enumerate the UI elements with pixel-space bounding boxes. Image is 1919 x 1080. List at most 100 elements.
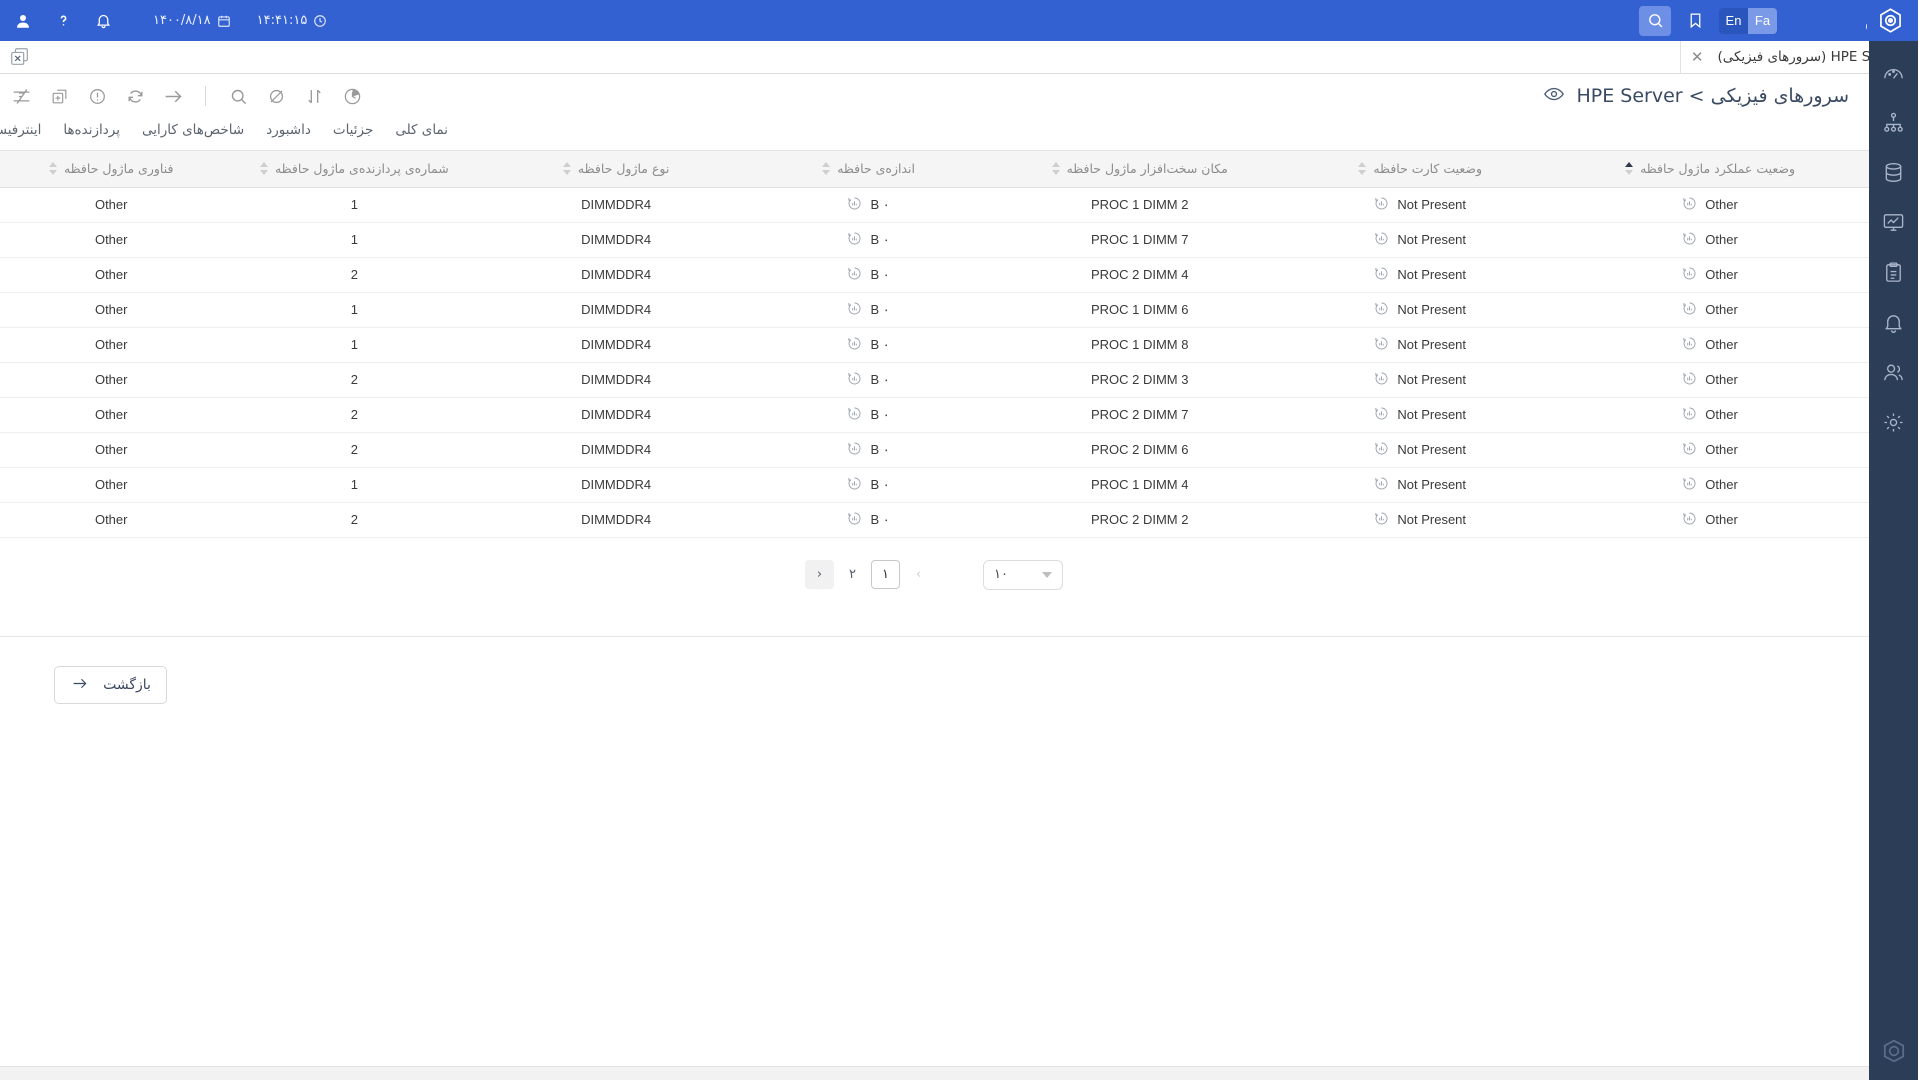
table-row[interactable]: Other Not Present PROC 2 DIMM 7 ۰ B DIMMDDR4…	[0, 397, 1870, 433]
table-row[interactable]: Other Not Present PROC 2 DIMM 4 ۰ B DIMMDDR4…	[0, 257, 1870, 293]
table-row[interactable]: Other Not Present PROC 1 DIMM 6 ۰ B DIMMDDR4…	[0, 292, 1870, 328]
cell-content: 1	[352, 337, 359, 352]
cell-content: ۰ B	[848, 476, 891, 494]
help-icon[interactable]	[48, 6, 80, 36]
metric-chart-icon[interactable]	[1683, 336, 1698, 354]
language-switch[interactable]: Fa En	[1720, 7, 1778, 34]
clear-filter-icon[interactable]	[261, 80, 293, 112]
next-page-button[interactable]: ›	[905, 560, 934, 589]
metric-chart-icon[interactable]	[1375, 301, 1390, 319]
table-row[interactable]: Other Not Present PROC 1 DIMM 8 ۰ B DIMMDDR4…	[0, 327, 1870, 363]
metric-chart-icon[interactable]	[848, 476, 863, 494]
metric-chart-icon[interactable]	[1683, 511, 1698, 529]
table-row[interactable]: Other Not Present PROC 1 DIMM 4 ۰ B DIMMDDR4…	[0, 467, 1870, 503]
sort-toggle-icon[interactable]	[563, 162, 572, 176]
gear-icon[interactable]	[1875, 405, 1915, 439]
metric-chart-icon[interactable]	[1683, 231, 1698, 249]
metric-chart-icon[interactable]	[1375, 441, 1390, 459]
sort-toggle-icon[interactable]	[823, 162, 832, 176]
metric-chart-icon[interactable]	[848, 441, 863, 459]
metric-chart-icon[interactable]	[848, 511, 863, 529]
column-header-3[interactable]: اندازه‌ی حافظه	[748, 151, 992, 188]
column-header-2[interactable]: مکان سخت‌افزار ماژول حافظه	[991, 151, 1291, 188]
metric-chart-icon[interactable]	[1683, 406, 1698, 424]
metric-chart-icon[interactable]	[1683, 476, 1698, 494]
gauge-icon[interactable]	[1875, 55, 1915, 89]
clipboard-icon[interactable]	[1875, 255, 1915, 289]
lang-fa-button[interactable]: Fa	[1749, 7, 1778, 34]
column-header-label: مکان سخت‌افزار ماژول حافظه	[1067, 161, 1229, 177]
metric-chart-icon[interactable]	[1683, 371, 1698, 389]
metric-chart-icon[interactable]	[1375, 231, 1390, 249]
metric-chart-icon[interactable]	[1375, 336, 1390, 354]
monitor-chart-icon[interactable]	[1875, 205, 1915, 239]
sub-tab-0[interactable]: نمای کلی	[385, 122, 460, 150]
metric-chart-icon[interactable]	[1683, 301, 1698, 319]
bookmark-icon[interactable]	[1680, 6, 1712, 36]
column-header-4[interactable]: نوع ماژول حافظه	[486, 151, 749, 188]
metric-chart-icon[interactable]	[1683, 441, 1698, 459]
metric-chart-icon[interactable]	[1375, 371, 1390, 389]
sort-toggle-icon[interactable]	[1052, 162, 1061, 176]
table-row[interactable]: Other Not Present PROC 1 DIMM 2 ۰ B DIMMDDR4…	[0, 187, 1870, 223]
metric-chart-icon[interactable]	[1683, 266, 1698, 284]
metric-chart-icon[interactable]	[848, 406, 863, 424]
sub-tab-4[interactable]: پردازنده‌ها	[53, 122, 132, 150]
sort-toggle-icon[interactable]	[1626, 162, 1635, 176]
page-button-1[interactable]: ۱	[872, 560, 901, 589]
arrow-left-icon[interactable]	[158, 80, 190, 112]
column-header-5[interactable]: شماره‌ی پردازنده‌ی ماژول حافظه	[224, 151, 487, 188]
metric-chart-icon[interactable]	[1683, 196, 1698, 214]
back-button[interactable]: بازگشت	[55, 666, 168, 704]
database-icon[interactable]	[1875, 155, 1915, 189]
metric-chart-icon[interactable]	[848, 196, 863, 214]
sub-tab-5[interactable]: اینترفیس‌های شبکه	[0, 122, 53, 150]
page-size-value: ۱۰	[995, 567, 1009, 582]
calendar-icon	[218, 14, 232, 28]
sub-tab-1[interactable]: جزئیات	[323, 122, 385, 150]
sub-tab-3[interactable]: شاخص‌های کارایی	[132, 122, 256, 150]
table-row[interactable]: Other Not Present PROC 2 DIMM 3 ۰ B DIMMDDR4…	[0, 362, 1870, 398]
metric-chart-icon[interactable]	[848, 231, 863, 249]
hierarchy-icon[interactable]	[1875, 105, 1915, 139]
app-logo-icon[interactable]	[1875, 1034, 1915, 1068]
close-icon[interactable]: ✕	[1692, 49, 1705, 65]
lang-en-button[interactable]: En	[1720, 7, 1749, 34]
column-header-1[interactable]: وضعیت کارت حافظه	[1290, 151, 1553, 188]
alert-info-icon[interactable]	[82, 80, 114, 112]
search-icon[interactable]	[223, 80, 255, 112]
metric-chart-icon[interactable]	[848, 266, 863, 284]
refresh-icon[interactable]	[120, 80, 152, 112]
metric-chart-icon[interactable]	[848, 371, 863, 389]
page-button-2[interactable]: ۲	[839, 560, 868, 589]
user-icon[interactable]	[8, 6, 40, 36]
formula-filter-icon[interactable]	[6, 80, 38, 112]
metric-chart-icon[interactable]	[848, 336, 863, 354]
sub-tab-2[interactable]: داشبورد	[256, 122, 323, 150]
metric-chart-icon[interactable]	[1375, 406, 1390, 424]
sort-toggle-icon[interactable]	[260, 162, 269, 176]
table-row[interactable]: Other Not Present PROC 1 DIMM 7 ۰ B DIMMDDR4…	[0, 222, 1870, 258]
prev-page-button[interactable]: ‹	[806, 560, 835, 589]
metric-chart-icon[interactable]	[1375, 266, 1390, 284]
page-size-select[interactable]: ۱۰	[984, 559, 1064, 590]
users-icon[interactable]	[1875, 355, 1915, 389]
bell-icon[interactable]	[88, 6, 120, 36]
table-row[interactable]: Other Not Present PROC 2 DIMM 2 ۰ B DIMMDDR4…	[0, 502, 1870, 538]
column-header-6[interactable]: فناوری ماژول حافظه	[0, 151, 225, 188]
eye-icon[interactable]	[1544, 83, 1566, 110]
metric-chart-icon[interactable]	[1375, 196, 1390, 214]
metric-chart-icon[interactable]	[1375, 511, 1390, 529]
table-row[interactable]: Other Not Present PROC 2 DIMM 6 ۰ B DIMMDDR4…	[0, 432, 1870, 468]
column-header-0[interactable]: وضعیت عملکرد ماژول حافظه	[1552, 151, 1870, 188]
sort-toggle-icon[interactable]	[49, 162, 58, 176]
metric-chart-icon[interactable]	[848, 301, 863, 319]
search-icon[interactable]	[1640, 5, 1672, 36]
add-duplicate-icon[interactable]	[44, 80, 76, 112]
sort-toggle-icon[interactable]	[1359, 162, 1368, 176]
sort-icon[interactable]	[299, 80, 331, 112]
bell-icon[interactable]	[1875, 305, 1915, 339]
metric-chart-icon[interactable]	[1375, 476, 1390, 494]
history-clock-icon[interactable]	[337, 80, 369, 112]
close-all-tabs-icon[interactable]	[8, 44, 34, 70]
